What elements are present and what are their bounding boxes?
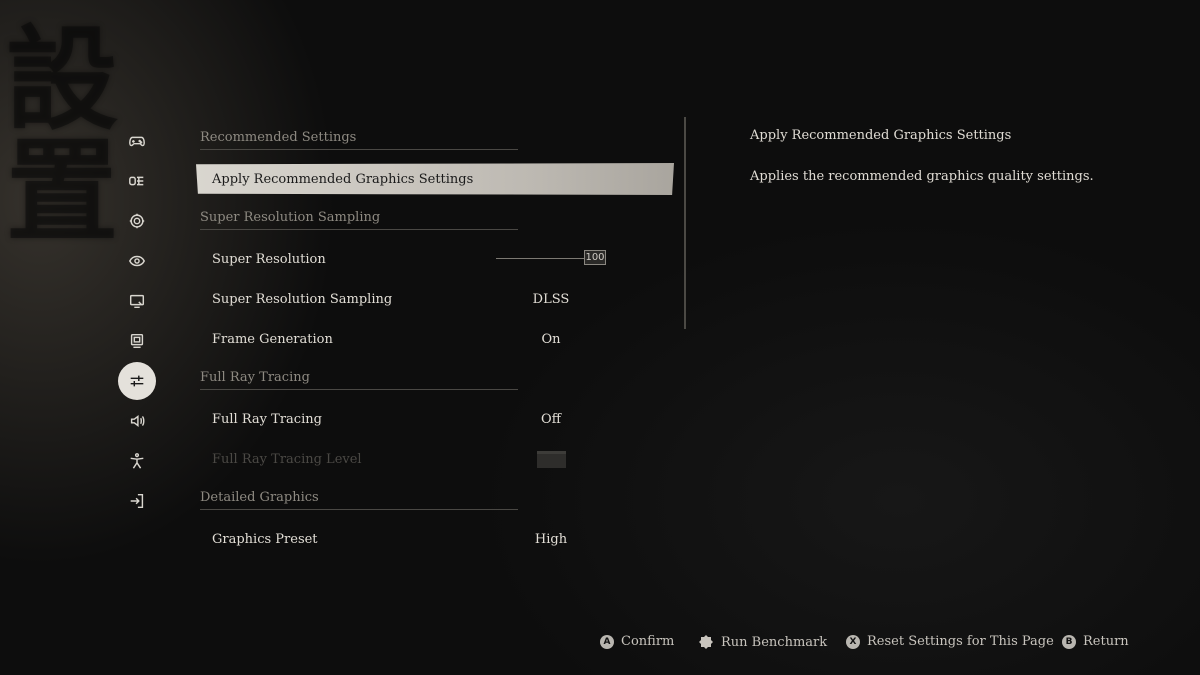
keyboard-icon bbox=[129, 176, 144, 186]
description-body: Applies the recommended graphics quality… bbox=[750, 169, 1094, 184]
b-button-icon: B bbox=[1062, 634, 1076, 649]
hint-confirm[interactable]: A Confirm bbox=[600, 634, 674, 649]
row-label: Frame Generation bbox=[212, 331, 333, 347]
row-value: Off bbox=[541, 411, 561, 427]
row-label: Full Ray Tracing bbox=[212, 411, 322, 427]
hint-label: Confirm bbox=[621, 634, 675, 649]
row-label: Graphics Preset bbox=[212, 531, 318, 547]
row-label: Super Resolution bbox=[212, 251, 326, 267]
hint-reset-settings[interactable]: X Reset Settings for This Page bbox=[846, 634, 1054, 649]
row-super-resolution-sampling[interactable]: Super Resolution Sampling DLSS bbox=[196, 283, 674, 315]
gear-icon bbox=[129, 213, 145, 229]
row-label: Full Ray Tracing Level bbox=[212, 451, 362, 467]
accessibility-icon bbox=[130, 453, 144, 469]
slider-value: 100 bbox=[584, 250, 606, 265]
sidebar-item-accessibility[interactable] bbox=[118, 442, 156, 480]
description-panel: Apply Recommended Graphics Settings Appl… bbox=[750, 128, 1150, 184]
row-label: Apply Recommended Graphics Settings bbox=[212, 171, 474, 187]
benchmark-badge-icon bbox=[698, 634, 714, 650]
eye-icon bbox=[128, 255, 146, 267]
exit-icon bbox=[130, 493, 144, 509]
sidebar-item-screen[interactable] bbox=[118, 322, 156, 360]
row-graphics-preset[interactable]: Graphics Preset High bbox=[196, 523, 674, 555]
disabled-value-box bbox=[537, 451, 566, 468]
section-header-full-ray-tracing: Full Ray Tracing bbox=[200, 360, 518, 390]
settings-screen: 設置 Recommended Settings Apply Recommende… bbox=[0, 0, 1200, 675]
section-header-detailed-graphics: Detailed Graphics bbox=[200, 480, 518, 510]
a-button-icon: A bbox=[600, 634, 614, 649]
row-full-ray-tracing-level: Full Ray Tracing Level bbox=[196, 443, 674, 475]
row-apply-recommended[interactable]: Apply Recommended Graphics Settings bbox=[196, 163, 674, 195]
x-button-icon: X bbox=[846, 634, 860, 649]
description-title: Apply Recommended Graphics Settings bbox=[750, 128, 1012, 143]
sidebar-item-display[interactable] bbox=[118, 242, 156, 280]
hint-label: Run Benchmark bbox=[721, 634, 828, 650]
hint-run-benchmark[interactable]: Run Benchmark bbox=[698, 634, 827, 650]
sidebar-item-interface[interactable] bbox=[118, 282, 156, 320]
row-frame-generation[interactable]: Frame Generation On bbox=[196, 323, 674, 355]
calligraphy-watermark: 設置 bbox=[0, 20, 118, 244]
row-label: Super Resolution Sampling bbox=[212, 291, 393, 307]
gamepad-icon bbox=[129, 136, 145, 147]
sliders-icon bbox=[130, 375, 144, 387]
list-scrollbar[interactable] bbox=[684, 117, 686, 329]
sidebar-item-general[interactable] bbox=[118, 202, 156, 240]
sidebar-item-controller[interactable] bbox=[118, 122, 156, 160]
sound-icon bbox=[130, 415, 145, 427]
row-super-resolution[interactable]: Super Resolution 100 bbox=[196, 243, 674, 275]
hint-label: Return bbox=[1083, 634, 1129, 649]
row-full-ray-tracing[interactable]: Full Ray Tracing Off bbox=[196, 403, 674, 435]
sidebar-item-keyboard[interactable] bbox=[118, 162, 156, 200]
super-resolution-slider[interactable] bbox=[496, 258, 588, 259]
row-value: On bbox=[541, 331, 561, 347]
sidebar-item-audio[interactable] bbox=[118, 402, 156, 440]
hint-return[interactable]: B Return bbox=[1062, 634, 1129, 649]
section-header-super-resolution: Super Resolution Sampling bbox=[200, 200, 518, 230]
sidebar-item-exit[interactable] bbox=[118, 482, 156, 520]
row-value: High bbox=[534, 531, 568, 547]
sidebar-item-graphics[interactable] bbox=[118, 362, 156, 400]
row-value: DLSS bbox=[532, 291, 570, 307]
monitor-icon bbox=[130, 333, 144, 349]
display-icon bbox=[129, 294, 145, 309]
hint-label: Reset Settings for This Page bbox=[867, 634, 1054, 649]
section-header-recommended: Recommended Settings bbox=[200, 120, 518, 150]
